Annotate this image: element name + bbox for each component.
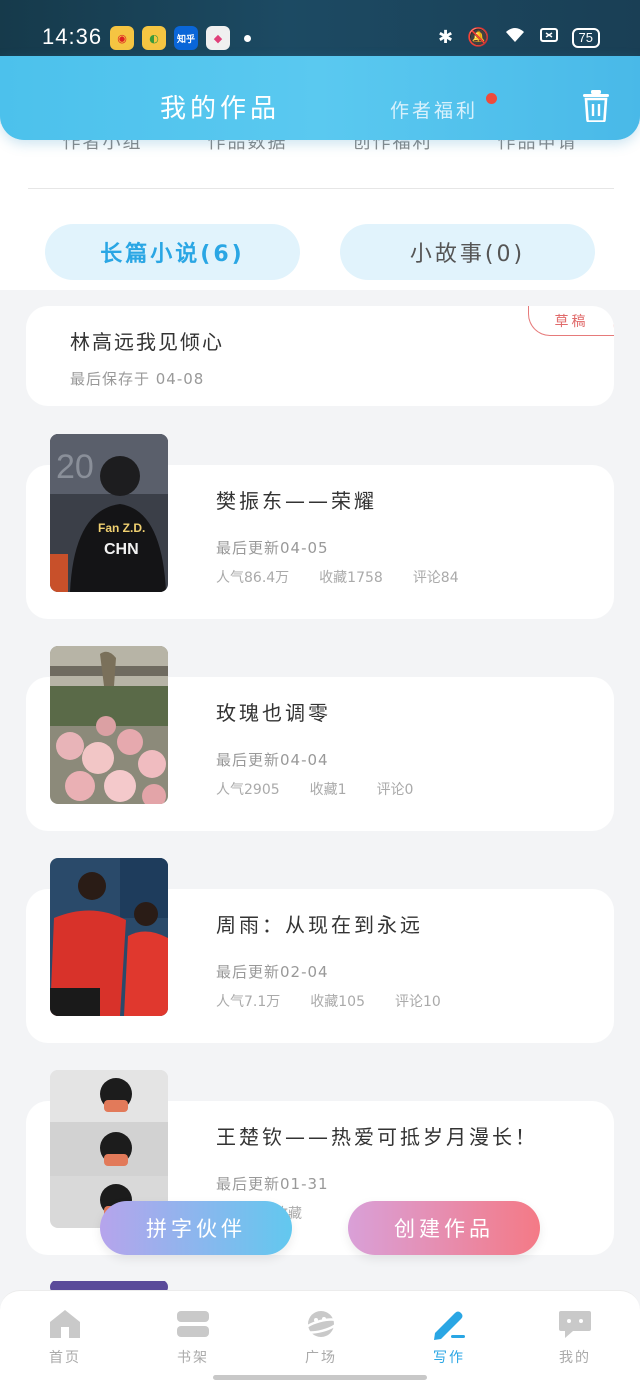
- svg-text:Fan Z.D.: Fan Z.D.: [98, 521, 145, 535]
- work-stats: 人气2905 收藏1 评论0: [216, 779, 413, 799]
- tab-novel[interactable]: 长篇小说(6): [45, 224, 300, 280]
- nav-shelf-label: 书架: [177, 1350, 209, 1366]
- work-cover-image[interactable]: 20 Fan Z.D. CHN: [50, 434, 168, 592]
- pen-icon: [434, 1311, 465, 1340]
- work-title: 玫瑰也调零: [216, 701, 331, 725]
- writing-partner-button[interactable]: 拼字伙伴: [100, 1201, 292, 1255]
- work-stats: 人气7.1万 收藏105 评论10: [216, 991, 441, 1011]
- nav-home-label: 首页: [49, 1350, 81, 1366]
- trash-icon[interactable]: [582, 90, 610, 122]
- work-stats: 人气86.4万 收藏1758 评论84: [216, 567, 459, 587]
- nav-mine[interactable]: 我的: [535, 1307, 615, 1367]
- pink-app-icon: ◆: [206, 26, 230, 50]
- status-bar: 14:36 ◉ ◐ 知乎 ◆ ✱ 🔕 75: [0, 0, 640, 60]
- status-indicators: ✱ 🔕 75: [438, 26, 600, 49]
- zhihu-icon: 知乎: [174, 26, 198, 50]
- draft-badge: 草稿: [528, 306, 614, 336]
- work-popularity: 人气86.4万: [216, 570, 290, 586]
- divider: [28, 188, 614, 189]
- draft-title: 林高远我见倾心: [70, 330, 224, 354]
- bookshelf-icon: [177, 1311, 209, 1337]
- draft-card[interactable]: 林高远我见倾心 最后保存于 04-08 草稿: [26, 306, 614, 406]
- work-title: 周雨：从现在到永远: [216, 913, 423, 937]
- header-bar: 我的作品 作者福利: [0, 56, 640, 140]
- nav-shelf[interactable]: 书架: [153, 1307, 233, 1367]
- work-comments: 评论0: [376, 782, 414, 798]
- status-app-icons: ◉ ◐ 知乎 ◆: [110, 26, 251, 50]
- page-title: 我的作品: [160, 94, 281, 124]
- work-comments: 评论10: [395, 994, 441, 1010]
- nav-plaza-label: 广场: [305, 1350, 337, 1366]
- work-updated: 最后更新02-04: [216, 963, 329, 981]
- work-title: 樊振东——荣耀: [216, 489, 377, 513]
- work-updated: 最后更新01-31: [216, 1175, 329, 1193]
- svg-text:20: 20: [56, 448, 94, 486]
- work-favorites: 收藏1: [309, 782, 347, 798]
- nav-plaza[interactable]: 广场: [281, 1307, 361, 1367]
- wifi-icon: [504, 26, 526, 49]
- notification-dot: [486, 93, 497, 104]
- wechat-icon: ◐: [142, 26, 166, 50]
- nav-write[interactable]: 写作: [409, 1307, 489, 1367]
- home-icon: [50, 1310, 80, 1338]
- work-favorites: 收藏105: [310, 994, 365, 1010]
- work-updated: 最后更新04-04: [216, 751, 329, 769]
- battery-indicator: 75: [571, 27, 600, 48]
- nav-home[interactable]: 首页: [25, 1307, 105, 1367]
- status-time: 14:36: [42, 24, 103, 49]
- weibo-icon: ◉: [110, 26, 134, 50]
- nav-mine-label: 我的: [559, 1350, 591, 1366]
- mute-bell-icon: 🔕: [467, 27, 490, 48]
- planet-icon: [303, 1311, 339, 1337]
- work-cover-image[interactable]: [50, 646, 168, 804]
- draft-save-date: 最后保存于 04-08: [70, 370, 205, 388]
- work-comments: 评论84: [412, 570, 459, 586]
- work-title: 王楚钦——热爱可抵岁月漫长！: [216, 1125, 538, 1149]
- work-popularity: 人气2905: [216, 782, 280, 798]
- work-favorites: 收藏1758: [319, 570, 383, 586]
- sim-icon: [539, 27, 558, 48]
- tab-short-story[interactable]: 小故事(0): [340, 224, 595, 280]
- more-notifications-dot: [244, 34, 251, 42]
- home-indicator[interactable]: [213, 1375, 427, 1380]
- svg-text:CHN: CHN: [104, 541, 139, 558]
- chat-bubble-icon: [559, 1311, 591, 1338]
- bottom-nav: 首页 书架 广场 写作 我的: [0, 1290, 640, 1387]
- bluetooth-icon: ✱: [438, 27, 454, 48]
- author-welfare-link[interactable]: 作者福利: [390, 96, 478, 123]
- create-work-button[interactable]: 创建作品: [348, 1201, 540, 1255]
- work-updated: 最后更新04-05: [216, 539, 329, 557]
- work-cover-image[interactable]: [50, 858, 168, 1016]
- nav-write-label: 写作: [433, 1350, 465, 1366]
- work-popularity: 人气7.1万: [216, 994, 281, 1010]
